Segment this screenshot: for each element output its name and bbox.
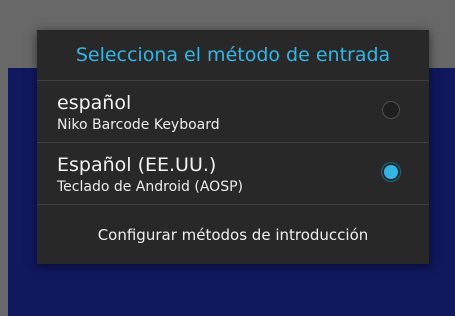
input-method-option-espanol[interactable]: español Niko Barcode Keyboard <box>37 81 429 142</box>
input-method-dialog: Selecciona el método de entrada español … <box>37 30 429 264</box>
radio-button-checked[interactable] <box>382 163 400 181</box>
option-subtitle: Teclado de Android (AOSP) <box>57 179 243 195</box>
input-method-option-espanol-us[interactable]: Español (EE.UU.) Teclado de Android (AOS… <box>37 143 429 204</box>
option-subtitle: Niko Barcode Keyboard <box>57 117 220 133</box>
radio-button-unchecked[interactable] <box>382 101 400 119</box>
screen: Selecciona el método de entrada español … <box>0 0 455 316</box>
dialog-title: Selecciona el método de entrada <box>75 44 391 66</box>
configure-input-methods-button[interactable]: Configurar métodos de introducción <box>37 205 429 265</box>
option-name: Español (EE.UU.) <box>57 154 217 176</box>
option-name: español <box>57 92 132 114</box>
